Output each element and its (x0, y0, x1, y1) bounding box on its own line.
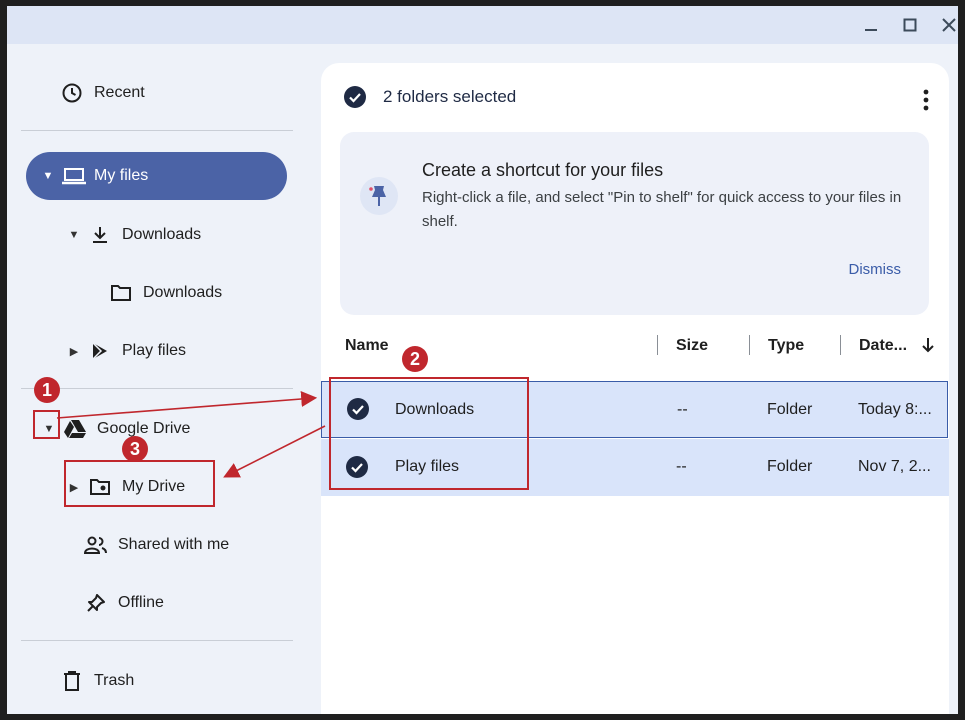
annotation-arrows (56, 391, 326, 478)
annotation-arrow-1 (56, 391, 318, 419)
annotation-arrow-2 (223, 425, 326, 478)
